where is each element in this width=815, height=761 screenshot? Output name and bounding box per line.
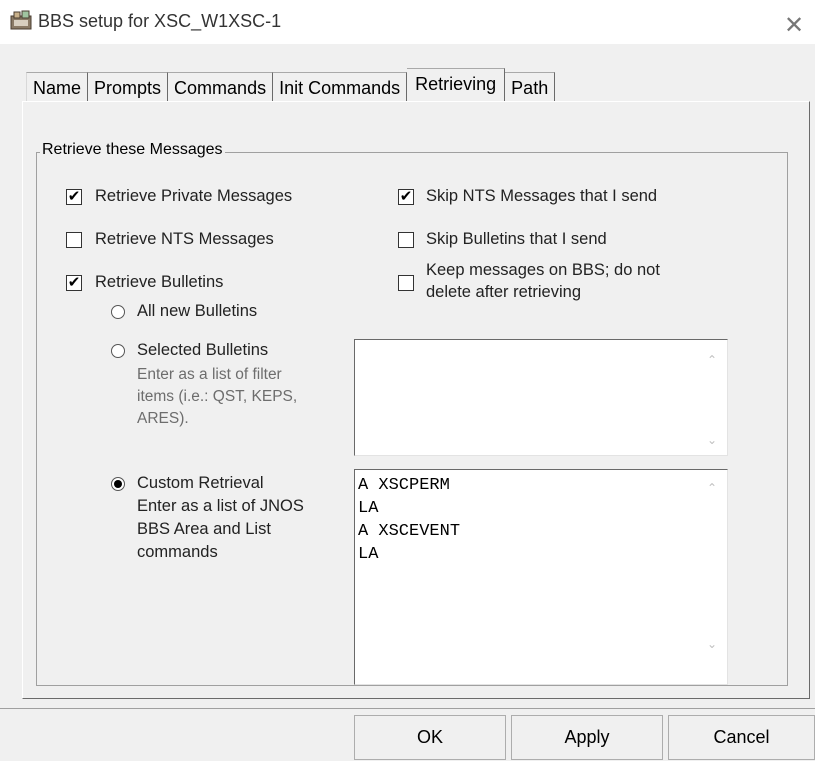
apply-button[interactable]: Apply [511,715,663,760]
custom-retrieval-radio[interactable] [111,477,125,491]
all-new-bulletins-label[interactable]: All new Bulletins [137,302,257,321]
close-icon: ✕ [783,12,805,39]
button-separator [0,708,815,709]
custom-retrieval-hint-1: Enter as a list of JNOS [137,497,304,515]
tab-prompts[interactable]: Prompts [88,72,169,102]
cancel-button[interactable]: Cancel [668,715,815,760]
selected-bulletins-label[interactable]: Selected Bulletins [137,341,268,360]
tab-init-commands[interactable]: Init Commands [273,72,408,102]
custom-retrieval-textbox[interactable]: A XSCPERM LA A XSCEVENT LA ⌃ ⌄ [354,469,728,685]
selected-bulletins-radio[interactable] [111,344,125,358]
custom-line-3: A XSCEVENT [358,522,461,541]
title-bar: BBS setup for XSC_W1XSC-1 ✕ [0,0,815,38]
keep-on-bbs-checkbox[interactable] [398,275,414,291]
retrieve-private-label[interactable]: Retrieve Private Messages [95,187,292,206]
skip-bulletins-sent-checkbox[interactable] [398,232,414,248]
custom-retrieval-hint-2: BBS Area and List [137,520,271,538]
custom-retrieval-label[interactable]: Custom Retrieval [137,474,264,493]
retrieve-bulletins-label[interactable]: Retrieve Bulletins [95,273,223,292]
close-button[interactable]: ✕ [783,12,805,39]
custom-retrieval-hint-3: commands [137,543,218,561]
keep-on-bbs-label-line2[interactable]: delete after retrieving [426,283,581,302]
selected-bulletins-hint-3: ARES). [137,410,189,427]
skip-nts-sent-label[interactable]: Skip NTS Messages that I send [426,187,657,206]
ok-button[interactable]: OK [354,715,506,760]
radio-selected-dot [114,480,122,488]
window-title: BBS setup for XSC_W1XSC-1 [38,11,282,31]
retrieve-bulletins-checkbox[interactable]: ✔ [66,275,82,291]
selected-bulletins-hint-2: items (i.e.: QST, KEPS, [137,388,298,405]
bbs-app-icon [10,10,32,30]
selected-bulletins-textbox[interactable]: ⌃ ⌄ [354,339,728,456]
checkmark-icon: ✔ [399,188,413,205]
scroll-up-icon[interactable]: ⌃ [705,354,719,366]
selected-bulletins-hint-1: Enter as a list of filter [137,366,282,383]
retrieve-private-checkbox[interactable]: ✔ [66,189,82,205]
all-new-bulletins-radio[interactable] [111,305,125,319]
tab-strip: Name Prompts Commands Init Commands Retr… [26,68,556,102]
scroll-down-icon[interactable]: ⌄ [705,638,719,650]
group-title: Retrieve these Messages [40,141,225,159]
retrieve-nts-label[interactable]: Retrieve NTS Messages [95,230,274,249]
tab-commands[interactable]: Commands [168,72,274,102]
skip-nts-sent-checkbox[interactable]: ✔ [398,189,414,205]
custom-line-4: LA [358,545,379,564]
keep-on-bbs-label-line1[interactable]: Keep messages on BBS; do not [426,261,660,280]
scroll-down-icon[interactable]: ⌄ [705,434,719,446]
checkmark-icon: ✔ [67,274,81,291]
tab-path[interactable]: Path [505,72,556,102]
custom-line-2: LA [358,499,379,518]
skip-bulletins-sent-label[interactable]: Skip Bulletins that I send [426,230,607,249]
custom-line-1: A XSCPERM [358,476,450,495]
scroll-up-icon[interactable]: ⌃ [705,482,719,494]
retrieve-nts-checkbox[interactable] [66,232,82,248]
checkmark-icon: ✔ [67,188,81,205]
tab-name[interactable]: Name [26,72,89,102]
tab-retrieving[interactable]: Retrieving [407,68,506,102]
